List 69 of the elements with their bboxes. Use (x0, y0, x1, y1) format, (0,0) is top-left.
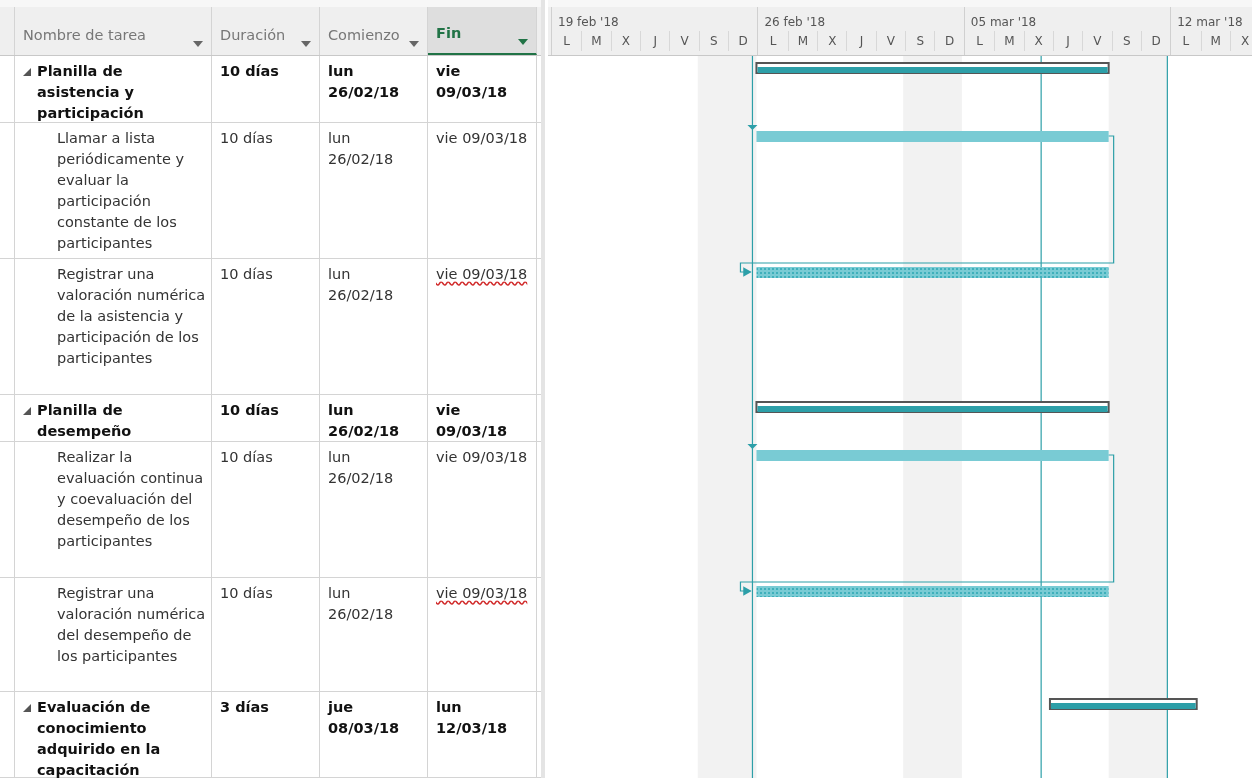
day-label: S (710, 33, 718, 50)
day-label: X (621, 33, 630, 50)
duration-text: 10 días (220, 585, 273, 601)
finish-date: vie 09/03/18 (436, 63, 508, 100)
duration-text: 10 días (220, 266, 273, 282)
day-label: M (1210, 33, 1221, 50)
day-label: X (1034, 33, 1043, 50)
task-name: Llamar a lista periódicamente y evaluar la participación constante de los participantes (57, 129, 186, 253)
collapse-toggle-icon[interactable] (23, 68, 31, 76)
finish-date: vie 09/03/18 (436, 266, 528, 282)
day-label: V (1093, 33, 1102, 50)
day-label: X (1240, 33, 1250, 50)
day-label: D (1151, 33, 1161, 50)
duration-text: 3 días (220, 699, 269, 715)
day-label: M (797, 33, 809, 50)
day-label: M (591, 33, 602, 50)
week-label: 05 mar '18 (970, 14, 1037, 31)
task-name: Planilla de asistencia y participación (37, 62, 145, 123)
day-label: J (1066, 33, 1070, 50)
task-name: Evaluación de conocimiento adquirido en la capacitación (37, 698, 162, 778)
task-name: Realizar la evaluación continua y coevaluación del desempeño de los participantes (57, 448, 205, 551)
dropdown-caret-icon[interactable] (409, 41, 419, 47)
finish-date: vie 09/03/18 (436, 130, 528, 146)
day-label: D (945, 33, 955, 50)
finish-date: vie 09/03/18 (436, 449, 528, 465)
day-label: L (769, 33, 777, 50)
day-label: V (886, 33, 896, 50)
dropdown-caret-icon[interactable] (301, 41, 311, 47)
task-name: Registrar una valoración numérica del desempeño de los participantes (57, 584, 207, 666)
week-label: 19 feb '18 (558, 14, 619, 31)
day-label: J (859, 33, 864, 50)
start-date: lun 26/02/18 (328, 265, 395, 305)
summary-bar[interactable] (1048, 698, 1198, 710)
day-label: L (563, 33, 570, 50)
week-label: 26 feb '18 (764, 14, 826, 31)
finish-date: lun 12/03/18 (436, 699, 508, 736)
start-date: lun 26/02/18 (328, 584, 395, 624)
start-date: lun 26/02/18 (328, 129, 395, 169)
day-label: S (1122, 33, 1131, 50)
day-label: L (1182, 33, 1190, 50)
finish-date: vie 09/03/18 (436, 585, 528, 601)
duration-text: 10 días (220, 449, 273, 465)
day-label: L (976, 33, 983, 50)
day-label: X (828, 33, 837, 50)
day-label: J (653, 33, 657, 50)
summary-bar[interactable] (755, 62, 1110, 74)
day-label: S (916, 33, 925, 50)
day-label: V (680, 33, 689, 50)
collapse-toggle-icon[interactable] (23, 407, 31, 415)
day-label: D (738, 33, 748, 50)
day-label: M (1004, 33, 1015, 50)
column-header[interactable]: Nombre de tarea (15, 7, 212, 55)
duration-text: 10 días (220, 130, 273, 146)
task-name: Planilla de desempeño (37, 401, 133, 441)
start-date: lun 26/02/18 (328, 62, 401, 102)
week-label: 12 mar '18 (1177, 14, 1243, 31)
column-header[interactable]: Duración (212, 7, 320, 55)
start-date: lun 26/02/18 (328, 448, 395, 488)
task-name: Registrar una valoración numérica de la asistencia y participación de los participantes (57, 265, 207, 368)
column-header[interactable]: Fin (428, 7, 537, 55)
dropdown-caret-icon[interactable] (193, 41, 203, 47)
duration-text: 10 días (220, 63, 279, 79)
dropdown-caret-icon[interactable] (518, 39, 528, 45)
start-date: lun 26/02/18 (328, 401, 401, 441)
collapse-toggle-icon[interactable] (23, 704, 31, 712)
summary-bar[interactable] (755, 401, 1110, 413)
start-date: jue 08/03/18 (328, 698, 401, 738)
duration-text: 10 días (220, 402, 279, 418)
finish-date: vie 09/03/18 (436, 402, 508, 439)
